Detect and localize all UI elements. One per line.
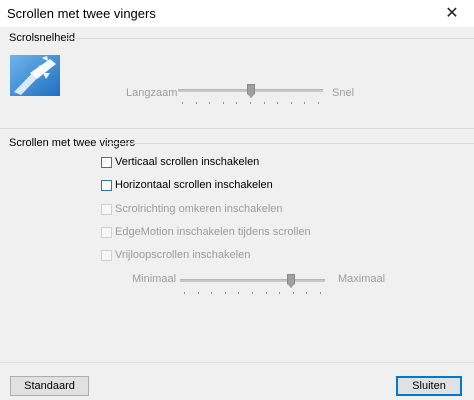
option-row: Scrolrichting omkeren inschakelen — [101, 202, 283, 216]
checkbox[interactable] — [101, 179, 112, 191]
slider-tick — [264, 102, 265, 104]
checkbox — [101, 203, 112, 215]
checkbox — [101, 226, 112, 238]
slider-tick — [304, 102, 305, 104]
slider-tick — [223, 102, 224, 104]
slider-tick — [211, 292, 212, 294]
option-row[interactable]: Horizontaal scrollen inschakelen — [101, 178, 273, 192]
checkbox[interactable] — [101, 156, 112, 168]
slider-tick — [250, 102, 251, 104]
slider-tick — [293, 292, 294, 294]
checkbox-label: Horizontaal scrollen inschakelen — [115, 179, 273, 191]
close-icon: ✕ — [445, 4, 459, 22]
slider-tick — [252, 292, 253, 294]
slider-track — [180, 279, 325, 282]
option-row: EdgeMotion inschakelen tijdens scrollen — [101, 225, 311, 239]
slider-tick — [184, 292, 185, 294]
close-button[interactable]: ✕ — [430, 0, 474, 27]
slider-tick — [306, 292, 307, 294]
speed-max-label: Snel — [332, 87, 355, 99]
slider-tick — [209, 102, 210, 104]
scroll-speed-slider[interactable] — [178, 84, 323, 106]
dialog-footer: Standaard Sluiten — [0, 362, 474, 400]
title-bar: Scrollen met twee vingers ✕ — [0, 0, 474, 27]
section-divider — [108, 143, 474, 144]
inertia-min-label: Minimaal — [132, 273, 177, 285]
checkbox-label: EdgeMotion inschakelen tijdens scrollen — [115, 226, 311, 238]
section-divider — [0, 128, 474, 129]
touchpad-scroll-illustration-icon — [10, 55, 60, 96]
checkbox-label: Scrolrichting omkeren inschakelen — [115, 203, 283, 215]
close-dialog-button[interactable]: Sluiten — [396, 376, 462, 396]
checkbox-label: Verticaal scrollen inschakelen — [115, 156, 260, 168]
option-row[interactable]: Verticaal scrollen inschakelen — [101, 155, 259, 169]
slider-tick — [198, 292, 199, 294]
checkbox-label: Vrijloopscrollen inschakelen — [115, 249, 251, 261]
slider-tick — [320, 292, 321, 294]
slider-tick — [236, 102, 237, 104]
slider-tick — [225, 292, 226, 294]
inertia-slider[interactable] — [180, 274, 325, 296]
section-divider — [64, 38, 474, 39]
slider-tick — [182, 102, 183, 104]
slider-tick — [291, 102, 292, 104]
default-button[interactable]: Standaard — [10, 376, 89, 396]
slider-tick — [238, 292, 239, 294]
slider-tick — [318, 102, 319, 104]
checkbox — [101, 249, 112, 261]
speed-min-label: Langzaam — [126, 87, 178, 99]
slider-thumb[interactable] — [247, 84, 255, 98]
inertia-max-label: Maximaal — [338, 273, 386, 285]
window-title: Scrollen met twee vingers — [7, 6, 156, 21]
slider-tick — [277, 102, 278, 104]
slider-tick — [266, 292, 267, 294]
slider-tick — [196, 102, 197, 104]
option-row: Vrijloopscrollen inschakelen — [101, 248, 250, 262]
slider-tick — [279, 292, 280, 294]
slider-thumb[interactable] — [287, 274, 295, 288]
